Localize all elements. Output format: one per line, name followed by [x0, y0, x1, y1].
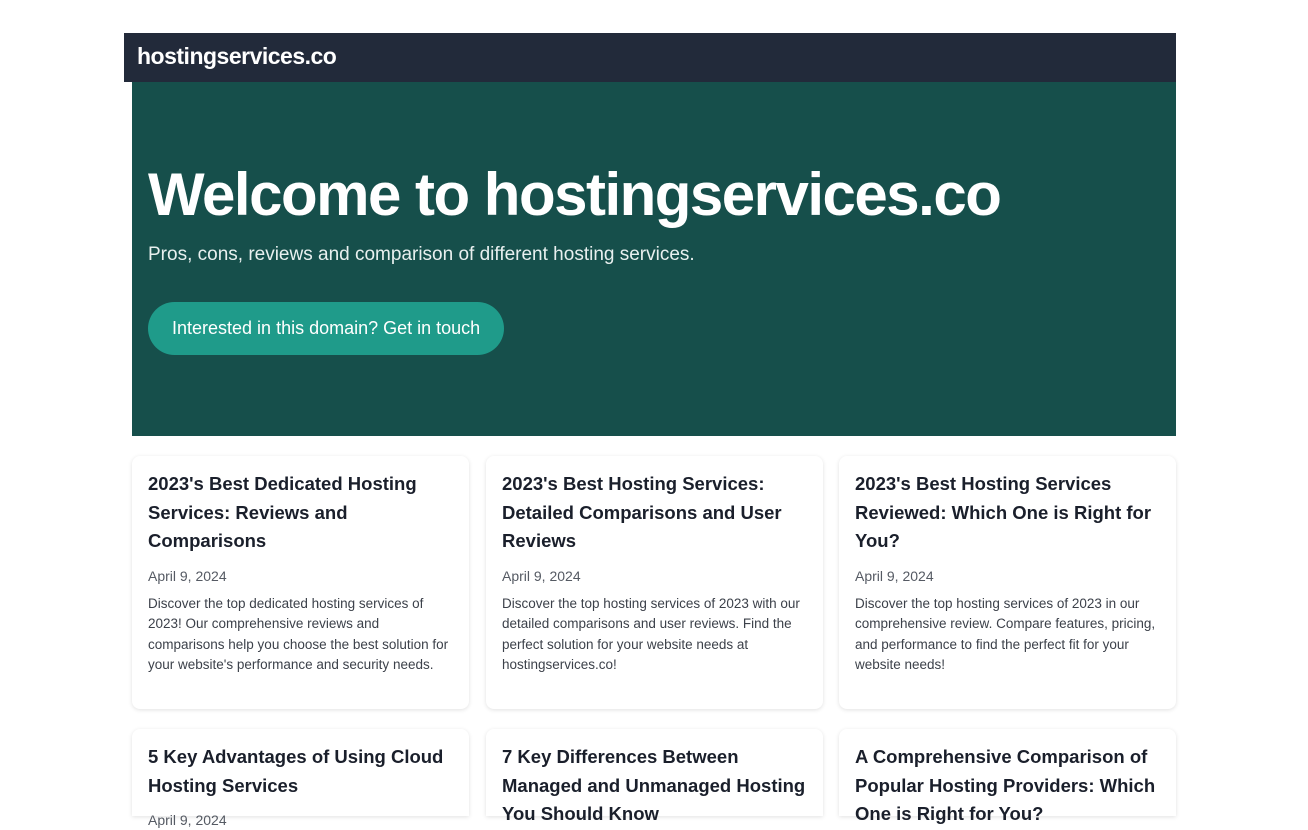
post-description: Discover the top hosting services of 202…: [502, 595, 800, 673]
hero-title: Welcome to hostingservices.co: [148, 161, 1002, 228]
post-date: April 9, 2024: [855, 567, 934, 584]
post-description: Discover the top dedicated hosting servi…: [148, 595, 449, 673]
post-card[interactable]: 2023's Best Dedicated Hosting Services: …: [132, 456, 469, 709]
post-card[interactable]: 2023's Best Hosting Services: Detailed C…: [486, 456, 823, 709]
post-card[interactable]: 7 Key Differences Between Managed and Un…: [486, 729, 823, 824]
post-card[interactable]: 5 Key Advantages of Using Cloud Hosting …: [132, 729, 469, 828]
post-title[interactable]: 2023's Best Hosting Services: Detailed C…: [502, 470, 807, 556]
post-card[interactable]: A Comprehensive Comparison of Popular Ho…: [839, 729, 1176, 824]
contact-button[interactable]: Interested in this domain? Get in touch: [148, 302, 505, 355]
top-bar: hostingservices.co: [124, 33, 1176, 82]
post-description: Discover the top hosting services of 202…: [855, 595, 1156, 673]
hero-banner: Welcome to hostingservices.co Pros, cons…: [132, 82, 1176, 436]
post-date: April 9, 2024: [148, 567, 227, 584]
post-date: April 9, 2024: [502, 567, 581, 584]
post-title[interactable]: 2023's Best Dedicated Hosting Services: …: [148, 470, 453, 556]
post-date: April 9, 2024: [148, 812, 227, 828]
post-title[interactable]: 2023's Best Hosting Services Reviewed: W…: [855, 470, 1160, 556]
post-card[interactable]: 2023's Best Hosting Services Reviewed: W…: [839, 456, 1176, 709]
hero-subtitle: Pros, cons, reviews and comparison of di…: [148, 244, 695, 265]
post-title[interactable]: 5 Key Advantages of Using Cloud Hosting …: [148, 743, 453, 800]
site-logo[interactable]: hostingservices.co: [137, 43, 337, 70]
